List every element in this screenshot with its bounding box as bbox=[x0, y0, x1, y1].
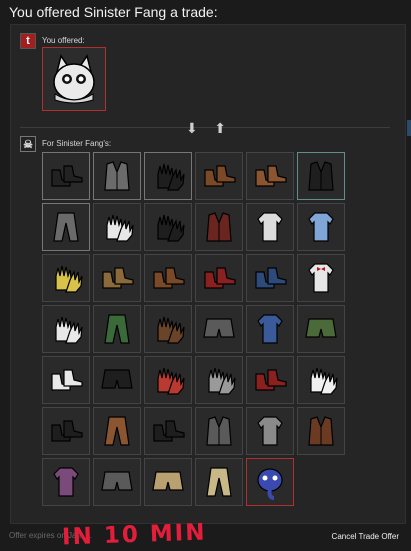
trade-item-slot[interactable] bbox=[297, 305, 345, 353]
white-shirt-bowtie-icon bbox=[308, 263, 334, 293]
trade-item-slot[interactable] bbox=[246, 203, 294, 251]
sidebar-mark bbox=[407, 120, 411, 136]
trade-item-slot[interactable] bbox=[195, 458, 243, 506]
red-shoes-icon bbox=[204, 267, 236, 289]
trade-item-slot[interactable] bbox=[93, 152, 141, 200]
arrow-up-icon: ⬆ bbox=[214, 120, 226, 136]
green-pants-icon bbox=[104, 314, 130, 344]
trade-item-slot[interactable] bbox=[195, 356, 243, 404]
trade-item-slot[interactable] bbox=[93, 305, 141, 353]
grey-vest-icon bbox=[104, 161, 130, 191]
trade-item-slot[interactable] bbox=[246, 305, 294, 353]
trade-item-slot[interactable] bbox=[93, 356, 141, 404]
tan-pants-icon bbox=[206, 467, 232, 497]
arrow-down-icon: ⬇ bbox=[186, 120, 198, 136]
yellow-gloves-icon bbox=[55, 265, 83, 293]
trade-item-slot[interactable] bbox=[42, 407, 90, 455]
trade-item-slot[interactable] bbox=[246, 254, 294, 302]
blue-shirt-icon bbox=[308, 212, 334, 242]
trade-item-slot[interactable] bbox=[144, 407, 192, 455]
red-gloves-icon bbox=[157, 367, 185, 395]
trade-item-slot[interactable] bbox=[297, 356, 345, 404]
partner-avatar[interactable]: ☠ bbox=[20, 136, 36, 152]
trade-item-slot[interactable] bbox=[144, 254, 192, 302]
trade-item-slot[interactable] bbox=[42, 356, 90, 404]
grey-shorts-icon bbox=[101, 471, 133, 491]
trade-item-slot[interactable] bbox=[144, 356, 192, 404]
trade-item-slot[interactable] bbox=[297, 152, 345, 200]
trade-item-slot[interactable] bbox=[144, 305, 192, 353]
trade-item-slot[interactable] bbox=[42, 458, 90, 506]
swap-arrows-icon: ⬇ ⬆ bbox=[186, 120, 226, 136]
grey-pants-icon bbox=[53, 212, 79, 242]
red-vest-icon bbox=[206, 212, 232, 242]
brown-gloves-icon bbox=[157, 316, 185, 344]
you-offered-label: You offered: bbox=[42, 36, 85, 45]
brown-boots-icon bbox=[255, 165, 287, 187]
tan-shorts-icon bbox=[152, 471, 184, 491]
trade-item-slot[interactable] bbox=[246, 152, 294, 200]
brown-boots-icon bbox=[204, 165, 236, 187]
white-boots-icon bbox=[51, 369, 83, 391]
black-shoes-icon bbox=[51, 420, 83, 442]
white-gloves-icon bbox=[310, 367, 338, 395]
blue-shoes-icon bbox=[255, 267, 287, 289]
trade-item-slot[interactable] bbox=[297, 407, 345, 455]
trade-item-slot[interactable] bbox=[42, 152, 90, 200]
white-gloves-icon bbox=[55, 316, 83, 344]
white-gloves-icon bbox=[106, 214, 134, 242]
trade-item-slot[interactable] bbox=[246, 407, 294, 455]
trade-item-slot[interactable] bbox=[93, 203, 141, 251]
black-boots-icon bbox=[153, 420, 185, 442]
white-shirt-icon bbox=[257, 212, 283, 242]
brown-pants-icon bbox=[104, 416, 130, 446]
black-shoes-icon bbox=[51, 165, 83, 187]
handwritten-note: IN 10 MIN bbox=[61, 519, 207, 551]
trade-item-slot[interactable] bbox=[144, 203, 192, 251]
grey-shirt-icon bbox=[257, 416, 283, 446]
trade-item-slot[interactable] bbox=[42, 254, 90, 302]
black-jacket-icon bbox=[308, 161, 334, 191]
brown-shoes-icon bbox=[153, 267, 185, 289]
partner-items-grid bbox=[42, 152, 345, 506]
trade-item-slot[interactable] bbox=[42, 203, 90, 251]
cancel-trade-button[interactable]: Cancel Trade Offer bbox=[332, 532, 399, 541]
blue-shirt-icon bbox=[257, 314, 283, 344]
trade-item-slot[interactable] bbox=[144, 458, 192, 506]
brown-vest-icon bbox=[308, 416, 334, 446]
for-partner-label: For Sinister Fang's: bbox=[42, 139, 112, 148]
trade-item-slot[interactable] bbox=[195, 203, 243, 251]
your-avatar[interactable]: t bbox=[20, 33, 36, 49]
trade-item-slot[interactable] bbox=[144, 152, 192, 200]
tan-boots-icon bbox=[102, 267, 134, 289]
red-shoes-icon bbox=[255, 369, 287, 391]
trade-item-slot[interactable] bbox=[195, 305, 243, 353]
purple-shirt-icon bbox=[53, 467, 79, 497]
trade-item-slot[interactable] bbox=[195, 254, 243, 302]
trade-item-slot[interactable] bbox=[42, 305, 90, 353]
trade-item-slot[interactable] bbox=[93, 458, 141, 506]
black-skirt-icon bbox=[101, 369, 133, 389]
trade-item-slot[interactable] bbox=[246, 356, 294, 404]
grey-skirt-icon bbox=[203, 318, 235, 338]
trade-item-slot[interactable] bbox=[93, 254, 141, 302]
black-gloves-icon bbox=[157, 214, 185, 242]
trade-item-slot[interactable] bbox=[297, 254, 345, 302]
grey-vest-icon bbox=[206, 416, 232, 446]
page-title: You offered Sinister Fang a trade: bbox=[9, 4, 218, 20]
trade-item-slot[interactable] bbox=[93, 407, 141, 455]
trade-item-slot[interactable] bbox=[195, 407, 243, 455]
green-shorts-icon bbox=[305, 318, 337, 338]
grey-gloves-icon bbox=[208, 367, 236, 395]
trade-item-slot[interactable] bbox=[195, 152, 243, 200]
offered-item-slot[interactable] bbox=[42, 47, 106, 111]
cat-hat-icon bbox=[53, 54, 95, 104]
trade-item-slot[interactable] bbox=[246, 458, 294, 506]
blue-elephant-icon bbox=[257, 468, 283, 500]
black-gloves-icon bbox=[157, 163, 185, 191]
trade-item-slot[interactable] bbox=[297, 203, 345, 251]
